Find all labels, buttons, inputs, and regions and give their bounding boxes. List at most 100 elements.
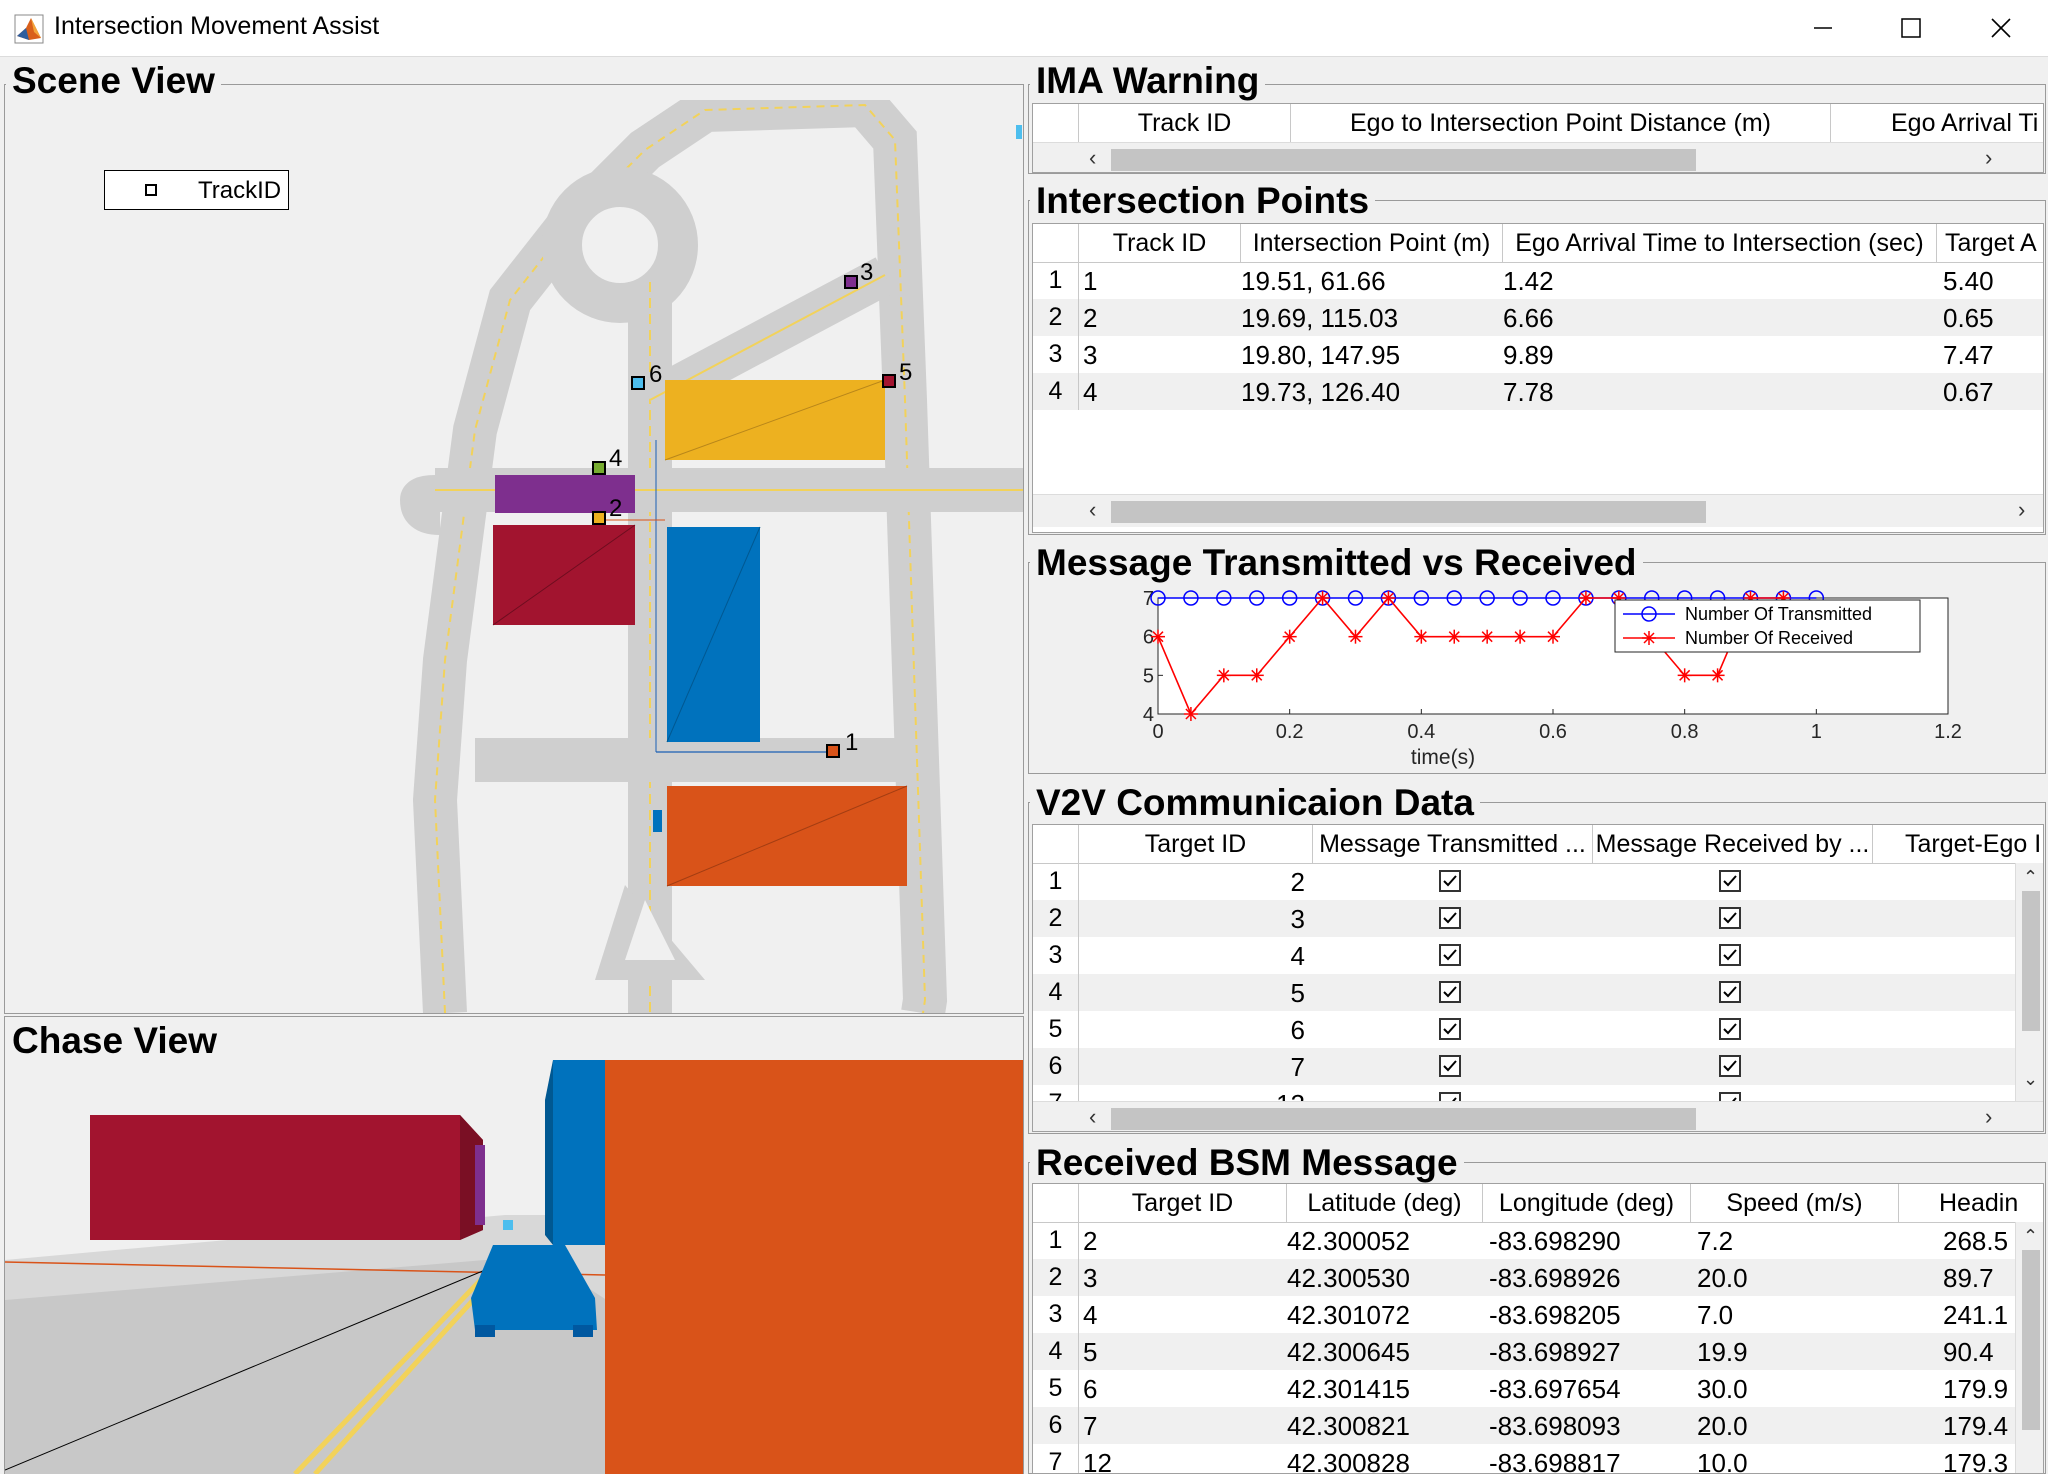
transmitted-checkbox[interactable] xyxy=(1439,1018,1461,1040)
transmitted-checkbox[interactable] xyxy=(1439,1092,1461,1101)
data-point xyxy=(1348,629,1363,644)
table-row[interactable]: 4 4 19.73, 126.40 7.78 0.67 xyxy=(1033,373,2043,410)
table-row[interactable]: 56 xyxy=(1033,1011,2015,1048)
table-row[interactable]: 4 5 42.300645 -83.698927 19.9 90.4 xyxy=(1033,1333,2015,1370)
column-header[interactable]: Longitude (deg) xyxy=(1483,1184,1691,1222)
v2v-table[interactable]: Target ID Message Transmitted ... Messag… xyxy=(1032,824,2044,1132)
row-number: 3 xyxy=(1033,336,1079,373)
column-header[interactable]: Target A xyxy=(1937,224,2043,262)
vertical-scrollbar[interactable]: ⌃ xyxy=(2015,1222,2043,1473)
column-header[interactable]: Ego Arrival Ti xyxy=(1831,104,2043,142)
row-number: 1 xyxy=(1033,262,1079,299)
table-row[interactable]: 3 3 19.80, 147.95 9.89 7.47 xyxy=(1033,336,2043,373)
y-tick-label: 4 xyxy=(1143,704,1154,726)
maximize-button[interactable] xyxy=(1866,0,1956,56)
speed-cell: 19.9 xyxy=(1697,1337,1748,1367)
table-row[interactable]: 712 xyxy=(1033,1085,2015,1101)
column-header[interactable]: Message Received by ... xyxy=(1593,825,1873,863)
scrollbar-thumb[interactable] xyxy=(1111,149,1696,171)
intersection-points-table[interactable]: Track ID Intersection Point (m) Ego Arri… xyxy=(1032,223,2044,533)
table-row[interactable]: 12 xyxy=(1033,863,2015,900)
column-header[interactable]: Track ID xyxy=(1079,224,1241,262)
ima-warning-table[interactable]: Track ID Ego to Intersection Point Dista… xyxy=(1032,103,2044,173)
intersection-point-cell: 19.69, 115.03 xyxy=(1241,303,1399,333)
column-header[interactable]: Target ID xyxy=(1079,825,1313,863)
table-row[interactable]: 34 xyxy=(1033,937,2015,974)
scroll-down-icon[interactable]: ⌄ xyxy=(2023,1069,2038,1090)
transmitted-checkbox[interactable] xyxy=(1439,907,1461,929)
horizontal-scrollbar[interactable]: ‹ › xyxy=(1033,494,2043,527)
received-checkbox[interactable] xyxy=(1719,1092,1741,1101)
scrollbar-thumb[interactable] xyxy=(1111,1108,1696,1130)
speed-cell: 10.0 xyxy=(1697,1448,1748,1474)
received-checkbox[interactable] xyxy=(1719,1055,1741,1077)
row-number: 3 xyxy=(1033,937,1079,974)
column-header[interactable]: Message Transmitted ... xyxy=(1313,825,1593,863)
scroll-left-icon[interactable]: ‹ xyxy=(1089,1104,1096,1130)
scroll-left-icon[interactable]: ‹ xyxy=(1089,145,1096,171)
transmitted-checkbox[interactable] xyxy=(1439,944,1461,966)
data-point xyxy=(1447,629,1462,644)
ego-arrival-cell: 6.66 xyxy=(1503,303,1554,333)
scrollbar-thumb[interactable] xyxy=(2022,891,2040,1031)
column-header[interactable]: Ego Arrival Time to Intersection (sec) xyxy=(1503,224,1937,262)
scroll-up-icon[interactable]: ⌃ xyxy=(2023,867,2038,888)
close-button[interactable] xyxy=(1956,0,2046,56)
table-row[interactable]: 23 xyxy=(1033,900,2015,937)
scroll-right-icon[interactable]: › xyxy=(2018,497,2025,523)
received-checkbox[interactable] xyxy=(1719,870,1741,892)
transmitted-checkbox[interactable] xyxy=(1439,1055,1461,1077)
column-header[interactable]: Ego to Intersection Point Distance (m) xyxy=(1291,104,1831,142)
target-id-cell: 5 xyxy=(1083,1337,1098,1367)
row-number: 4 xyxy=(1033,373,1079,410)
column-header[interactable]: Latitude (deg) xyxy=(1287,1184,1483,1222)
scroll-up-icon[interactable]: ⌃ xyxy=(2023,1226,2038,1247)
table-row[interactable]: 7 12 42.300828 -83.698817 10.0 179.3 xyxy=(1033,1444,2015,1474)
transmitted-checkbox[interactable] xyxy=(1439,981,1461,1003)
target-id-cell: 4 xyxy=(1083,1300,1098,1330)
horizontal-scrollbar[interactable]: ‹ › xyxy=(1033,1101,2043,1131)
scroll-left-icon[interactable]: ‹ xyxy=(1089,497,1096,523)
transmitted-checkbox[interactable] xyxy=(1439,870,1461,892)
scroll-right-icon[interactable]: › xyxy=(1985,1104,1992,1130)
column-header[interactable]: Track ID xyxy=(1079,104,1291,142)
table-row[interactable]: 1 1 19.51, 61.66 1.42 5.40 xyxy=(1033,262,2043,299)
table-row[interactable]: 5 6 42.301415 -83.697654 30.0 179.9 xyxy=(1033,1370,2015,1407)
minimize-button[interactable] xyxy=(1778,0,1868,56)
minimize-icon xyxy=(1814,27,1832,29)
column-header[interactable]: Speed (m/s) xyxy=(1691,1184,1899,1222)
scrollbar-thumb[interactable] xyxy=(1111,501,1706,523)
column-header[interactable]: Intersection Point (m) xyxy=(1241,224,1503,262)
scrollbar-thumb[interactable] xyxy=(2022,1250,2040,1430)
table-row[interactable]: 45 xyxy=(1033,974,2015,1011)
column-header[interactable]: Headin xyxy=(1899,1184,2043,1222)
speed-cell: 7.2 xyxy=(1697,1226,1734,1256)
ego-arrival-cell: 9.89 xyxy=(1503,340,1554,370)
table-row[interactable]: 3 4 42.301072 -83.698205 7.0 241.1 xyxy=(1033,1296,2015,1333)
row-number: 2 xyxy=(1033,900,1079,937)
chase-camera-view[interactable] xyxy=(5,1060,1023,1474)
x-axis-label: time(s) xyxy=(1411,746,1475,769)
bsm-table[interactable]: Target ID Latitude (deg) Longitude (deg)… xyxy=(1032,1183,2044,1474)
column-header[interactable]: Target-Ego I xyxy=(1873,825,2043,863)
table-row[interactable]: 6 7 42.300821 -83.698093 20.0 179.4 xyxy=(1033,1407,2015,1444)
target-id-cell: 5 xyxy=(1290,978,1305,1008)
x-tick-label: 0.8 xyxy=(1671,721,1699,743)
target-arrival-cell: 0.65 xyxy=(1943,303,1994,333)
heading-cell: 179.9 xyxy=(1943,1374,2009,1404)
received-checkbox[interactable] xyxy=(1719,1018,1741,1040)
scroll-right-icon[interactable]: › xyxy=(1985,145,1992,171)
message-chart[interactable]: 0 0.2 0.4 0.6 0.8 1 1.2 4 5 6 7 time(s) Number Of T… xyxy=(1030,586,2044,772)
received-checkbox[interactable] xyxy=(1719,944,1741,966)
received-checkbox[interactable] xyxy=(1719,981,1741,1003)
horizontal-scrollbar[interactable]: ‹ › xyxy=(1033,142,2043,172)
column-header[interactable]: Target ID xyxy=(1079,1184,1287,1222)
table-row[interactable]: 67 xyxy=(1033,1048,2015,1085)
table-row[interactable]: 2 3 42.300530 -83.698926 20.0 89.7 xyxy=(1033,1259,2015,1296)
track-id-cell: 2 xyxy=(1083,303,1098,333)
scene-map[interactable]: 3 6 5 4 2 1 xyxy=(5,100,1023,1013)
received-checkbox[interactable] xyxy=(1719,907,1741,929)
table-row[interactable]: 1 2 42.300052 -83.698290 7.2 268.5 xyxy=(1033,1222,2015,1259)
table-row[interactable]: 2 2 19.69, 115.03 6.66 0.65 xyxy=(1033,299,2043,336)
vertical-scrollbar[interactable]: ⌃ ⌄ xyxy=(2015,863,2043,1101)
